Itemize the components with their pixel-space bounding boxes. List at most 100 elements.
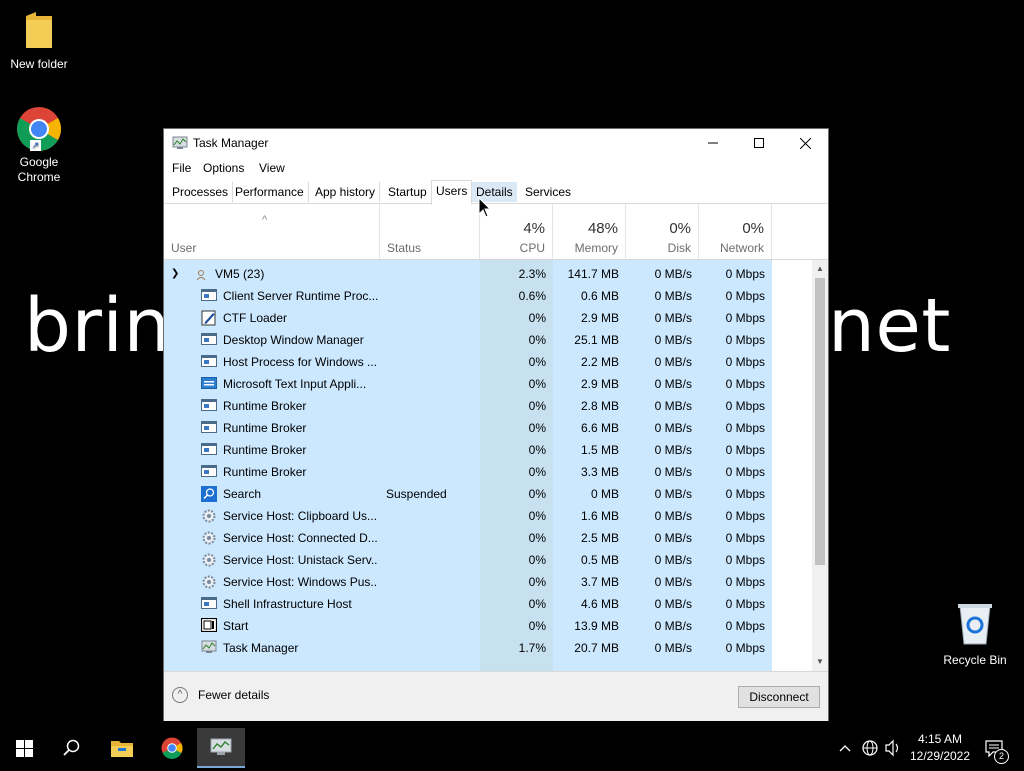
- task-manager-window: Task Manager File Options View Processes…: [164, 129, 828, 721]
- process-cpu: 0%: [528, 619, 546, 633]
- taskbar-chrome[interactable]: [148, 728, 196, 768]
- desktop-icon-new-folder[interactable]: New folder: [1, 10, 77, 72]
- process-name: Runtime Broker: [223, 465, 307, 479]
- desktop-icon-label: Recycle Bin: [943, 653, 1007, 667]
- wallpaper-text-right: net: [828, 283, 951, 369]
- fewer-details-link[interactable]: Fewer details: [198, 688, 269, 702]
- process-name: Search: [223, 487, 262, 501]
- footer-bar: ^ Fewer details Disconnect: [164, 671, 828, 721]
- user-icon: [196, 263, 206, 285]
- tab-startup[interactable]: Startup: [384, 182, 431, 202]
- tab-performance[interactable]: Performance: [231, 182, 309, 202]
- column-status[interactable]: Status: [380, 204, 480, 259]
- process-status: [386, 285, 476, 307]
- tab-services[interactable]: Services: [521, 182, 575, 202]
- gear-icon: [201, 508, 217, 524]
- process-row[interactable]: Microsoft Text Input Appli... 0% 2.9 MB 0 M…: [164, 373, 812, 395]
- column-disk-label: Disk: [667, 241, 691, 255]
- process-cpu: 0%: [528, 333, 546, 347]
- scrollbar-thumb[interactable]: [815, 278, 825, 565]
- menu-view[interactable]: View: [259, 161, 285, 175]
- process-cpu: 0%: [528, 421, 546, 435]
- process-network: 0 Mbps: [725, 333, 765, 347]
- tab-users[interactable]: Users: [431, 180, 473, 205]
- process-row[interactable]: Desktop Window Manager 0% 25.1 MB 0 MB/s 0 M…: [164, 329, 812, 351]
- process-name: Task Manager: [223, 641, 299, 655]
- process-network: 0 Mbps: [725, 377, 765, 391]
- column-memory[interactable]: 48% Memory: [553, 204, 626, 259]
- process-row[interactable]: CTF Loader 0% 2.9 MB 0 MB/s 0 Mbps: [164, 307, 812, 329]
- menu-options[interactable]: Options: [203, 161, 244, 175]
- process-row[interactable]: Runtime Broker 0% 1.5 MB 0 MB/s 0 Mbps: [164, 439, 812, 461]
- process-disk: 0 MB/s: [654, 443, 692, 457]
- taskbar-task-manager[interactable]: [197, 728, 245, 768]
- chevron-up-icon[interactable]: ^: [172, 687, 188, 703]
- process-row[interactable]: Runtime Broker 0% 6.6 MB 0 MB/s 0 Mbps: [164, 417, 812, 439]
- column-memory-label: Memory: [574, 241, 618, 255]
- process-status: [386, 351, 476, 373]
- window-icon: [201, 354, 217, 370]
- process-row[interactable]: Service Host: Unistack Serv... 0% 0.5 MB 0 …: [164, 549, 812, 571]
- process-row[interactable]: Service Host: Clipboard Us... 0% 1.6 MB 0 M…: [164, 505, 812, 527]
- process-memory: 2.2 MB: [580, 355, 619, 369]
- process-row[interactable]: Service Host: Windows Pus... 0% 3.7 MB 0 MB…: [164, 571, 812, 593]
- vertical-scrollbar[interactable]: ▲ ▼: [812, 260, 828, 671]
- process-name: CTF Loader: [223, 311, 288, 325]
- tab-app-history[interactable]: App history: [311, 182, 381, 202]
- action-center-button[interactable]: 2: [978, 728, 1018, 768]
- process-network: 0 Mbps: [725, 575, 765, 589]
- process-memory: 2.9 MB: [580, 377, 619, 391]
- show-hidden-icons-button[interactable]: [838, 728, 856, 768]
- search-button[interactable]: [48, 728, 96, 768]
- start-icon: [201, 618, 217, 634]
- process-row[interactable]: Host Process for Windows ... 0% 2.2 MB 0 MB…: [164, 351, 812, 373]
- process-row[interactable]: Service Host: Connected D... 0% 2.5 MB 0 MB…: [164, 527, 812, 549]
- taskbar-file-explorer[interactable]: [98, 728, 146, 768]
- process-disk: 0 MB/s: [654, 399, 692, 413]
- process-status: [386, 549, 476, 571]
- task-manager-icon: [210, 738, 232, 755]
- process-row[interactable]: Client Server Runtime Proc... 0.6% 0.6 MB 0…: [164, 285, 812, 307]
- tab-strip: Processes Performance App history Startu…: [164, 179, 828, 205]
- close-button[interactable]: [782, 129, 828, 157]
- desktop-icon-google-chrome[interactable]: ↗ Google Chrome: [1, 106, 77, 185]
- tab-processes[interactable]: Processes: [168, 182, 234, 202]
- process-name: Desktop Window Manager: [223, 333, 364, 347]
- clock-time: 4:15 AM: [917, 732, 963, 746]
- maximize-button[interactable]: [736, 129, 782, 157]
- disconnect-button[interactable]: Disconnect: [738, 686, 820, 708]
- disk-total: 0%: [669, 220, 691, 237]
- process-row[interactable]: Runtime Broker 0% 3.3 MB 0 MB/s 0 Mbps: [164, 461, 812, 483]
- clock[interactable]: 4:15 AM 12/29/2022: [908, 728, 972, 768]
- chevron-down-icon[interactable]: ❯: [171, 263, 179, 285]
- scroll-up-icon[interactable]: ▲: [816, 264, 824, 273]
- title-bar[interactable]: Task Manager: [164, 129, 828, 157]
- volume-button[interactable]: [884, 728, 904, 768]
- minimize-button[interactable]: [690, 129, 736, 157]
- process-cpu: 1.7%: [518, 641, 546, 655]
- menu-file[interactable]: File: [172, 161, 191, 175]
- desktop-icon-recycle-bin[interactable]: Recycle Bin: [937, 600, 1013, 668]
- process-row[interactable]: Start 0% 13.9 MB 0 MB/s 0 Mbps: [164, 615, 812, 637]
- minimize-icon: [708, 142, 718, 144]
- process-row[interactable]: Task Manager 1.7% 20.7 MB 0 MB/s 0 Mbps: [164, 637, 812, 659]
- column-disk[interactable]: 0% Disk: [626, 204, 699, 259]
- process-disk: 0 MB/s: [654, 377, 692, 391]
- process-cpu: 0%: [528, 553, 546, 567]
- process-row[interactable]: Shell Infrastructure Host 0% 4.6 MB 0 MB/s 0…: [164, 593, 812, 615]
- process-row[interactable]: Runtime Broker 0% 2.8 MB 0 MB/s 0 Mbps: [164, 395, 812, 417]
- scroll-down-icon[interactable]: ▼: [816, 657, 824, 666]
- process-row[interactable]: Search Suspended 0% 0 MB 0 MB/s 0 Mbps: [164, 483, 812, 505]
- windows-logo-icon: [15, 739, 33, 757]
- start-button[interactable]: [0, 728, 48, 768]
- process-name: Host Process for Windows ...: [223, 355, 378, 369]
- process-disk: 0 MB/s: [654, 289, 692, 303]
- process-cpu: 0%: [528, 531, 546, 545]
- process-name: Runtime Broker: [223, 443, 307, 457]
- column-user[interactable]: ^ User: [164, 204, 380, 259]
- network-status-button[interactable]: [861, 728, 881, 768]
- user-group-row[interactable]: ❯ VM5 (23) 2.3% 141.7 MB 0 MB/s 0 Mbps: [164, 263, 812, 285]
- process-disk: 0 MB/s: [654, 487, 692, 501]
- column-network[interactable]: 0% Network: [699, 204, 772, 259]
- process-status: [386, 307, 476, 329]
